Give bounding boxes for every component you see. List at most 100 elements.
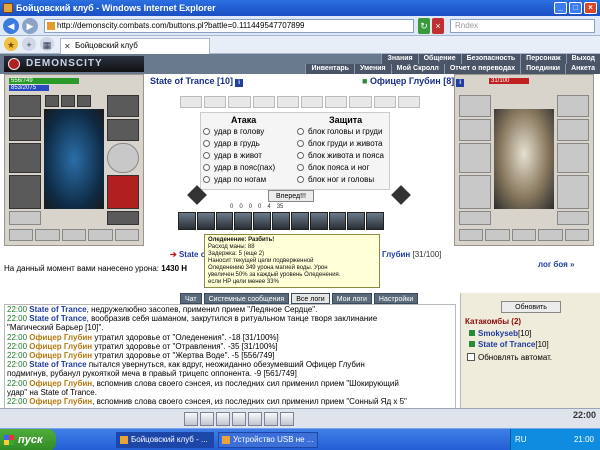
checkbox-icon[interactable] <box>467 353 475 361</box>
belt-item[interactable] <box>114 229 140 241</box>
language-indicator[interactable]: RU <box>511 429 527 450</box>
ability-icon[interactable] <box>215 212 234 230</box>
smiley-icon[interactable] <box>184 412 198 426</box>
enemy-belt-slot[interactable] <box>459 211 491 225</box>
enemy-boots-slot[interactable] <box>557 211 589 225</box>
scroll-slot[interactable] <box>276 96 300 108</box>
task-ie[interactable]: Бойцовский клуб - ... <box>116 432 214 448</box>
menu-profile[interactable]: Анкета <box>565 64 600 74</box>
pants-slot[interactable] <box>107 175 139 209</box>
scroll-slot[interactable] <box>325 96 348 108</box>
radio-icon[interactable] <box>203 152 210 159</box>
belt-item[interactable] <box>564 229 590 241</box>
enemy-shield-slot[interactable] <box>557 143 589 173</box>
help-icon[interactable] <box>280 412 294 426</box>
ability-icon[interactable] <box>272 212 290 230</box>
radio-icon[interactable] <box>297 152 304 159</box>
ability-icon[interactable] <box>290 212 309 230</box>
ability-icon[interactable] <box>196 212 215 230</box>
auto-refresh-option[interactable]: Обновлять автомат. <box>467 353 552 362</box>
sound-icon[interactable] <box>232 412 246 426</box>
attack-option-legs[interactable]: удар по ногам <box>203 174 266 186</box>
scroll-slot[interactable] <box>180 96 203 108</box>
defense-option-chest-belly[interactable]: блок груди и живота <box>297 138 383 150</box>
weapon-slot[interactable] <box>9 143 41 173</box>
enemy-armor-slot[interactable] <box>459 175 491 209</box>
menu-battles[interactable]: Поединки <box>520 64 566 74</box>
member-item[interactable]: State of Trance[10] <box>469 340 549 349</box>
stop-icon[interactable]: × <box>432 18 444 34</box>
radio-icon[interactable] <box>297 128 304 135</box>
attack-option-groin[interactable]: удар в пояс(пах) <box>203 162 275 174</box>
ring-slot-3[interactable] <box>77 95 91 107</box>
defense-option-belly-belt[interactable]: блок живота и пояса <box>297 150 384 162</box>
log-player-name[interactable]: State of Trance <box>29 314 86 323</box>
clear-icon[interactable] <box>200 412 214 426</box>
scroll-slot[interactable] <box>301 96 324 108</box>
belt-slot[interactable] <box>9 211 41 225</box>
menu-skills[interactable]: Умения <box>353 64 391 74</box>
tab-chat[interactable]: Чат <box>180 293 202 304</box>
radio-icon[interactable] <box>203 128 210 135</box>
attack-option-head[interactable]: удар в голову <box>203 126 264 138</box>
back-arrow-icon[interactable]: ◀ <box>3 18 19 34</box>
scroll-slot[interactable] <box>373 96 396 108</box>
battle-log-link[interactable]: лог боя » <box>538 260 574 269</box>
forward-button[interactable]: Вперед!!! <box>268 190 314 202</box>
enemy-weapon-slot[interactable] <box>459 143 491 173</box>
enemy-pants-slot[interactable] <box>557 175 589 209</box>
tab-settings[interactable]: Настройки <box>373 293 419 304</box>
ability-icon[interactable] <box>309 212 328 230</box>
menu-exit[interactable]: Выход <box>565 54 600 64</box>
refresh-icon[interactable]: ↻ <box>418 18 430 34</box>
gloves-slot[interactable] <box>107 119 139 141</box>
menu-security[interactable]: Безопасность <box>460 54 521 64</box>
log-enemy-name[interactable]: Офицер Глубин <box>29 379 92 388</box>
refresh-button[interactable]: Обновить <box>501 301 561 313</box>
tab-fight-club[interactable]: ✕ Бойцовский клуб <box>60 38 210 54</box>
favorites-star-icon[interactable]: ★ <box>4 37 18 51</box>
ability-icon[interactable] <box>253 212 272 230</box>
radio-icon[interactable] <box>297 140 304 147</box>
defense-option-belt-legs[interactable]: блок пояса и ног <box>297 162 369 174</box>
belt-item[interactable] <box>9 229 34 241</box>
member-item[interactable]: Smokyseb[10] <box>469 329 531 338</box>
scroll-slot[interactable] <box>204 96 227 108</box>
translit-icon[interactable] <box>248 412 262 426</box>
defense-option-legs-head[interactable]: блок ног и головы <box>297 174 374 186</box>
menu-knowledge[interactable]: Знания <box>381 54 418 64</box>
info-icon[interactable]: i <box>235 79 244 87</box>
log-player-name[interactable]: State of Trance <box>29 305 86 314</box>
tab-all-logs[interactable]: Все логи <box>291 293 330 304</box>
belt-item[interactable] <box>485 229 510 241</box>
add-favorite-icon[interactable]: + <box>22 37 36 51</box>
log-enemy-name[interactable]: Офицер Глубин <box>29 342 92 351</box>
task-usb[interactable]: Устройство USB не ... <box>218 432 318 448</box>
belt-item[interactable] <box>511 229 537 241</box>
belt-item[interactable] <box>61 229 87 241</box>
belt-item[interactable] <box>459 229 484 241</box>
scroll-slot[interactable] <box>397 96 421 108</box>
filter-icon[interactable] <box>216 412 230 426</box>
menu-communication[interactable]: Общение <box>417 54 461 64</box>
scroll-slot[interactable] <box>228 96 251 108</box>
attack-option-chest[interactable]: удар в грудь <box>203 138 260 150</box>
earrings-slot[interactable] <box>107 95 139 117</box>
armor-slot[interactable] <box>9 175 41 209</box>
belt-item[interactable] <box>538 229 563 241</box>
defense-option-head-chest[interactable]: блок головы и груди <box>297 126 382 138</box>
url-field[interactable]: http://demonscity.combats.com/buttons.pl… <box>44 19 414 33</box>
scroll-slot[interactable] <box>349 96 372 108</box>
belt-item[interactable] <box>88 229 113 241</box>
ability-icon[interactable] <box>178 212 196 230</box>
belt-item[interactable] <box>35 229 60 241</box>
minimize-button[interactable]: _ <box>554 2 567 14</box>
radio-icon[interactable] <box>203 140 210 147</box>
player-name[interactable]: State of Trance [10] i <box>150 76 244 87</box>
log-enemy-name[interactable]: Офицер Глубин <box>29 351 92 360</box>
enemy-earrings-slot[interactable] <box>557 95 589 117</box>
tab-system-messages[interactable]: Системные сообщения <box>203 293 290 304</box>
menu-inventory[interactable]: Инвентарь <box>305 64 354 74</box>
tab-my-logs[interactable]: Мои логи <box>331 293 372 304</box>
ability-icon[interactable] <box>328 212 347 230</box>
